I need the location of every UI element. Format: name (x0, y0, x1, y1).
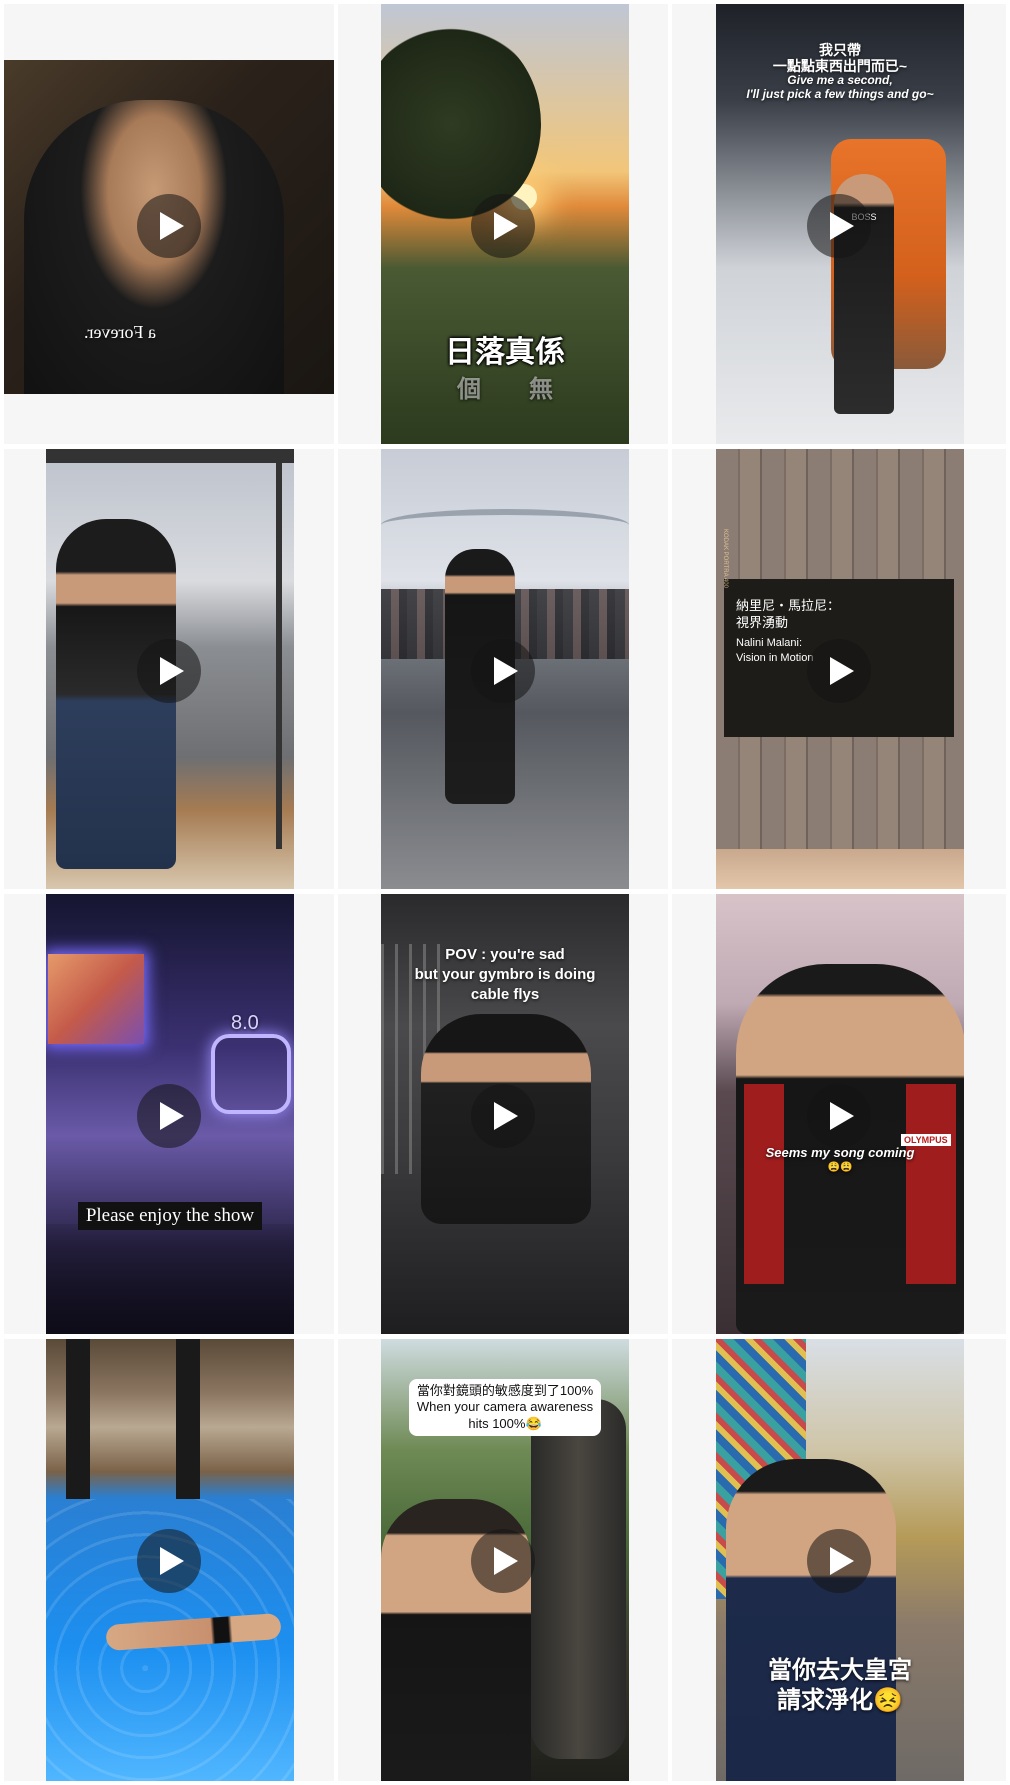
reel-tile-4[interactable] (4, 449, 334, 889)
window-frame (276, 449, 282, 849)
reel-tile-1[interactable]: a Forever. (4, 4, 334, 444)
caption-line: Please enjoy the show (46, 1202, 294, 1230)
film-label: KODAK PORTRA 400 (722, 529, 728, 588)
play-icon (160, 1102, 184, 1130)
incense-urn (531, 1399, 626, 1759)
play-icon (494, 657, 518, 685)
play-icon (160, 657, 184, 685)
caption-line: Nalini Malani: (736, 637, 803, 649)
caption-line: 視界湧動 (736, 615, 789, 630)
caption-line: 😩😩 (827, 1162, 853, 1173)
play-button[interactable] (471, 194, 535, 258)
led-screen (48, 954, 144, 1044)
crowd (46, 1224, 294, 1334)
reel-tile-6[interactable]: 納里尼・馬拉尼： 視界湧動 Nalini Malani: Vision in M… (672, 449, 1006, 889)
caption-line: 一點點東西出門而已~ (772, 58, 908, 74)
caption-line: POV : you're sad (445, 946, 565, 963)
play-icon (160, 212, 184, 240)
caption-line: Vision in Motion (736, 652, 814, 664)
reel-tile-9[interactable]: OLYMPUS Seems my song coming 😩😩 (672, 894, 1006, 1334)
floor (716, 849, 964, 889)
caption-line: 納里尼・馬拉尼： (736, 598, 841, 613)
caption-bubble: 當你對鏡頭的敏感度到了100% When your camera awarenes… (381, 1379, 629, 1436)
play-icon (494, 1547, 518, 1575)
play-button[interactable] (471, 639, 535, 703)
caption-line: but your gymbro is doing (414, 966, 596, 983)
window-frame (46, 449, 294, 463)
caption-line: 請求淨化😣 (777, 1687, 903, 1714)
caption-line: Seems my song coming (765, 1145, 915, 1160)
play-button[interactable] (807, 1529, 871, 1593)
reel-tile-7[interactable]: 8.0 Please enjoy the show (4, 894, 334, 1334)
caption-line: I'll just pick a few things and go~ (746, 87, 934, 101)
jacket-red (744, 1084, 784, 1284)
person-figure (726, 1459, 896, 1781)
caption-line: cable flys (470, 986, 540, 1003)
pillar (66, 1339, 90, 1499)
play-button[interactable] (137, 1084, 201, 1148)
jacket-red (906, 1084, 956, 1284)
play-icon (830, 212, 854, 240)
shirt-text: a Forever. (84, 322, 156, 342)
reel-tile-10[interactable] (4, 1339, 334, 1781)
play-button[interactable] (137, 194, 201, 258)
caption-line: hits 100%😂 (468, 1415, 542, 1431)
play-icon (160, 1547, 184, 1575)
stage-label: 8.0 (231, 1012, 259, 1034)
overlay-text: 個 無 (457, 376, 553, 403)
reel-tile-3[interactable]: 我只帶 一點點東西出門而已~ Give me a second, I'll ju… (672, 4, 1006, 444)
play-icon (494, 212, 518, 240)
play-icon (830, 1547, 854, 1575)
caption-line: 日落真係 (445, 336, 565, 369)
reel-tile-8[interactable]: POV : you're sad but your gymbro is doin… (338, 894, 668, 1334)
coaster-track (381, 509, 629, 541)
caption-line: 我只帶 (819, 42, 861, 58)
caption-line: Give me a second, (787, 73, 893, 87)
play-button[interactable] (471, 1084, 535, 1148)
play-icon (494, 1102, 518, 1130)
reel-tile-12[interactable]: 當你去大皇宮 請求淨化😣 (672, 1339, 1006, 1781)
play-button[interactable] (137, 639, 201, 703)
play-button[interactable] (807, 639, 871, 703)
play-button[interactable] (807, 194, 871, 258)
play-icon (830, 657, 854, 685)
reel-tile-2[interactable]: 日落真係 個 無 (338, 4, 668, 444)
caption-box: Please enjoy the show (77, 1202, 263, 1230)
reel-tile-11[interactable]: 當你對鏡頭的敏感度到了100% When your camera awarenes… (338, 1339, 668, 1781)
pillar (176, 1339, 200, 1499)
stage-ring (211, 1034, 291, 1114)
reels-grid: a Forever. 日落真係 個 無 我只帶 一點點東西出門而已~ Give … (0, 0, 1010, 1785)
play-button[interactable] (807, 1084, 871, 1148)
play-icon (830, 1102, 854, 1130)
play-button[interactable] (471, 1529, 535, 1593)
reel-tile-5[interactable] (338, 449, 668, 889)
caption-line: 當你去大皇宮 (768, 1657, 912, 1684)
caption-box: 當你對鏡頭的敏感度到了100% When your camera awarenes… (408, 1379, 602, 1436)
caption-line: When your camera awareness (416, 1399, 594, 1415)
caption-line: 當你對鏡頭的敏感度到了100% (416, 1383, 594, 1398)
play-button[interactable] (137, 1529, 201, 1593)
